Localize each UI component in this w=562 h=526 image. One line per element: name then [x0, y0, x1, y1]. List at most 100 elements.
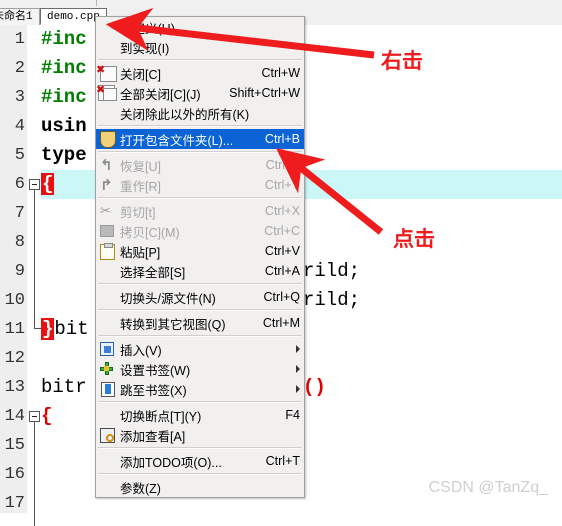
line-number: 14	[4, 407, 25, 426]
menu-item-添加TODO项O[interactable]: 添加TODO项(O)... Ctrl+T	[96, 451, 304, 471]
menu-item-全部关闭CJ[interactable]: ✖ 全部关闭[C](J) Shift+Ctrl+W	[96, 83, 304, 103]
code-fragment: rild;	[303, 289, 361, 311]
paste-icon	[100, 243, 115, 260]
menu-item-shortcut: F4	[285, 408, 300, 422]
menu-item-拷贝CM[interactable]: 拷贝[C](M) Ctrl+C	[96, 221, 304, 241]
matched-brace: }	[41, 318, 55, 340]
code-line-12: bitr	[41, 376, 87, 398]
undo-icon: ↰	[100, 157, 113, 174]
redo-icon: ↱	[100, 177, 113, 194]
menu-item-icon: ↱	[96, 176, 120, 194]
menu-item-参数Z[interactable]: 参数(Z)	[96, 477, 304, 497]
line-number: 10	[4, 291, 25, 310]
line-number: 17	[4, 494, 25, 513]
menu-item-icon	[96, 130, 120, 148]
menu-separator	[98, 447, 302, 449]
menu-item-shortcut: Ctrl+C	[264, 224, 300, 238]
menu-item-label: 切换断点[T](Y)	[120, 409, 202, 424]
tab-untitled1[interactable]: 未命名1	[0, 8, 40, 25]
fold-guide-foot	[34, 328, 41, 329]
line-number: 15	[4, 436, 25, 455]
menu-item-icon	[96, 38, 120, 56]
watch-icon	[100, 428, 115, 443]
menu-item-转换到其它视图Q[interactable]: 转换到其它视图(Q) Ctrl+M	[96, 313, 304, 333]
menu-item-到定义H[interactable]: 到定义(H)	[96, 17, 304, 37]
menu-item-粘贴P[interactable]: 粘贴[P] Ctrl+V	[96, 241, 304, 261]
menu-item-icon	[96, 18, 120, 36]
menu-item-icon: ✂	[96, 202, 120, 220]
shield-folder-icon	[100, 131, 116, 148]
code-line-9-tail: rild;	[303, 286, 360, 315]
menu-separator	[98, 283, 302, 285]
menu-item-关闭除此以外的所有K[interactable]: 关闭除此以外的所有(K)	[96, 103, 304, 123]
tab-label: demo.cpp	[47, 11, 100, 23]
code-line-8-tail: rild;	[303, 257, 360, 286]
menu-item-重作R[interactable]: ↱ 重作[R] Ctrl+Y	[96, 175, 304, 195]
menu-item-切换断点TY[interactable]: 切换断点[T](Y) F4	[96, 405, 304, 425]
menu-item-跳至书签X[interactable]: 跳至书签(X)	[96, 379, 304, 399]
line-number: 16	[4, 465, 25, 484]
line-number: 3	[14, 88, 25, 107]
menu-item-label: 切换头/源文件(N)	[120, 291, 216, 306]
menu-item-label: 设置书签(W)	[120, 363, 191, 378]
menu-item-label: 全部关闭[C](J)	[120, 87, 201, 102]
menu-item-label: 拷贝[C](M)	[120, 225, 180, 240]
scissors-icon: ✂	[100, 203, 111, 218]
editor-context-menu[interactable]: 到定义(H) 到实现(I) ✖ 关闭[C] Ctrl+W ✖ 全部关闭[C](J) Shift…	[95, 16, 305, 498]
menu-item-label: 转换到其它视图(Q)	[120, 317, 226, 332]
code-line-6: {	[41, 170, 55, 199]
menu-item-选择全部S[interactable]: 选择全部[S] Ctrl+A	[96, 261, 304, 281]
menu-separator	[98, 197, 302, 199]
line-number: 11	[4, 320, 25, 339]
menu-item-shortcut: Shift+Ctrl+W	[229, 86, 300, 100]
menu-item-label: 打开包含文件夹(L)...	[120, 133, 234, 148]
annotation-label-click: 点击	[393, 228, 435, 251]
menu-item-icon	[96, 242, 120, 260]
fold-marker-collapse[interactable]	[29, 411, 40, 422]
menu-item-设置书签W[interactable]: 设置书签(W)	[96, 359, 304, 379]
menu-item-恢复U[interactable]: ↰ 恢复[U] Ctrl+Z	[96, 155, 304, 175]
fold-guide-line	[34, 422, 35, 526]
menu-item-切换头源文件N[interactable]: 切换头/源文件(N) Ctrl+Q	[96, 287, 304, 307]
add-bookmark-icon	[100, 362, 113, 375]
menu-separator	[98, 125, 302, 127]
menu-item-剪切t[interactable]: ✂ 剪切[t] Ctrl+X	[96, 201, 304, 221]
annotation-label-right-click: 右击	[381, 50, 423, 73]
menu-item-label: 跳至书签(X)	[120, 383, 187, 398]
chevron-right-icon	[296, 385, 300, 393]
menu-item-label: 添加查看[A]	[120, 429, 186, 444]
menu-item-icon	[96, 262, 120, 280]
code-line-4: usin	[41, 115, 87, 137]
menu-item-shortcut: Ctrl+Z	[265, 158, 300, 172]
menu-item-icon	[96, 426, 120, 444]
line-number: 8	[14, 233, 25, 252]
line-number: 2	[14, 59, 25, 78]
menu-item-插入V[interactable]: 插入(V)	[96, 339, 304, 359]
menu-item-shortcut: Ctrl+X	[264, 204, 300, 218]
menu-item-添加查看A[interactable]: 添加查看[A]	[96, 425, 304, 445]
line-number: 1	[14, 30, 25, 49]
menu-separator	[98, 473, 302, 475]
chevron-right-icon	[296, 345, 300, 353]
menu-item-label: 到实现(I)	[120, 41, 170, 56]
menu-item-到实现I[interactable]: 到实现(I)	[96, 37, 304, 57]
copy-icon	[100, 225, 114, 237]
code-fragment: rild;	[303, 260, 361, 282]
menu-separator	[98, 335, 302, 337]
fold-guide-line	[34, 190, 35, 328]
fold-marker-collapse[interactable]	[29, 179, 40, 190]
menu-item-打开包含文件夹L[interactable]: 打开包含文件夹(L)... Ctrl+B	[96, 129, 304, 149]
menu-item-label: 关闭除此以外的所有(K)	[120, 107, 250, 122]
menu-item-shortcut: Ctrl+B	[264, 132, 300, 146]
menu-separator	[98, 59, 302, 61]
menu-item-shortcut: Ctrl+T	[265, 454, 300, 468]
menu-item-label: 重作[R]	[120, 179, 161, 194]
menu-item-label: 到定义(H)	[120, 21, 175, 36]
menu-item-icon	[96, 288, 120, 306]
menu-item-label: 剪切[t]	[120, 205, 156, 220]
menu-item-关闭C[interactable]: ✖ 关闭[C] Ctrl+W	[96, 63, 304, 83]
menu-item-icon: ✖	[96, 84, 120, 102]
menu-item-icon	[96, 380, 120, 398]
menu-item-icon	[96, 340, 120, 358]
menu-item-icon	[96, 222, 120, 240]
